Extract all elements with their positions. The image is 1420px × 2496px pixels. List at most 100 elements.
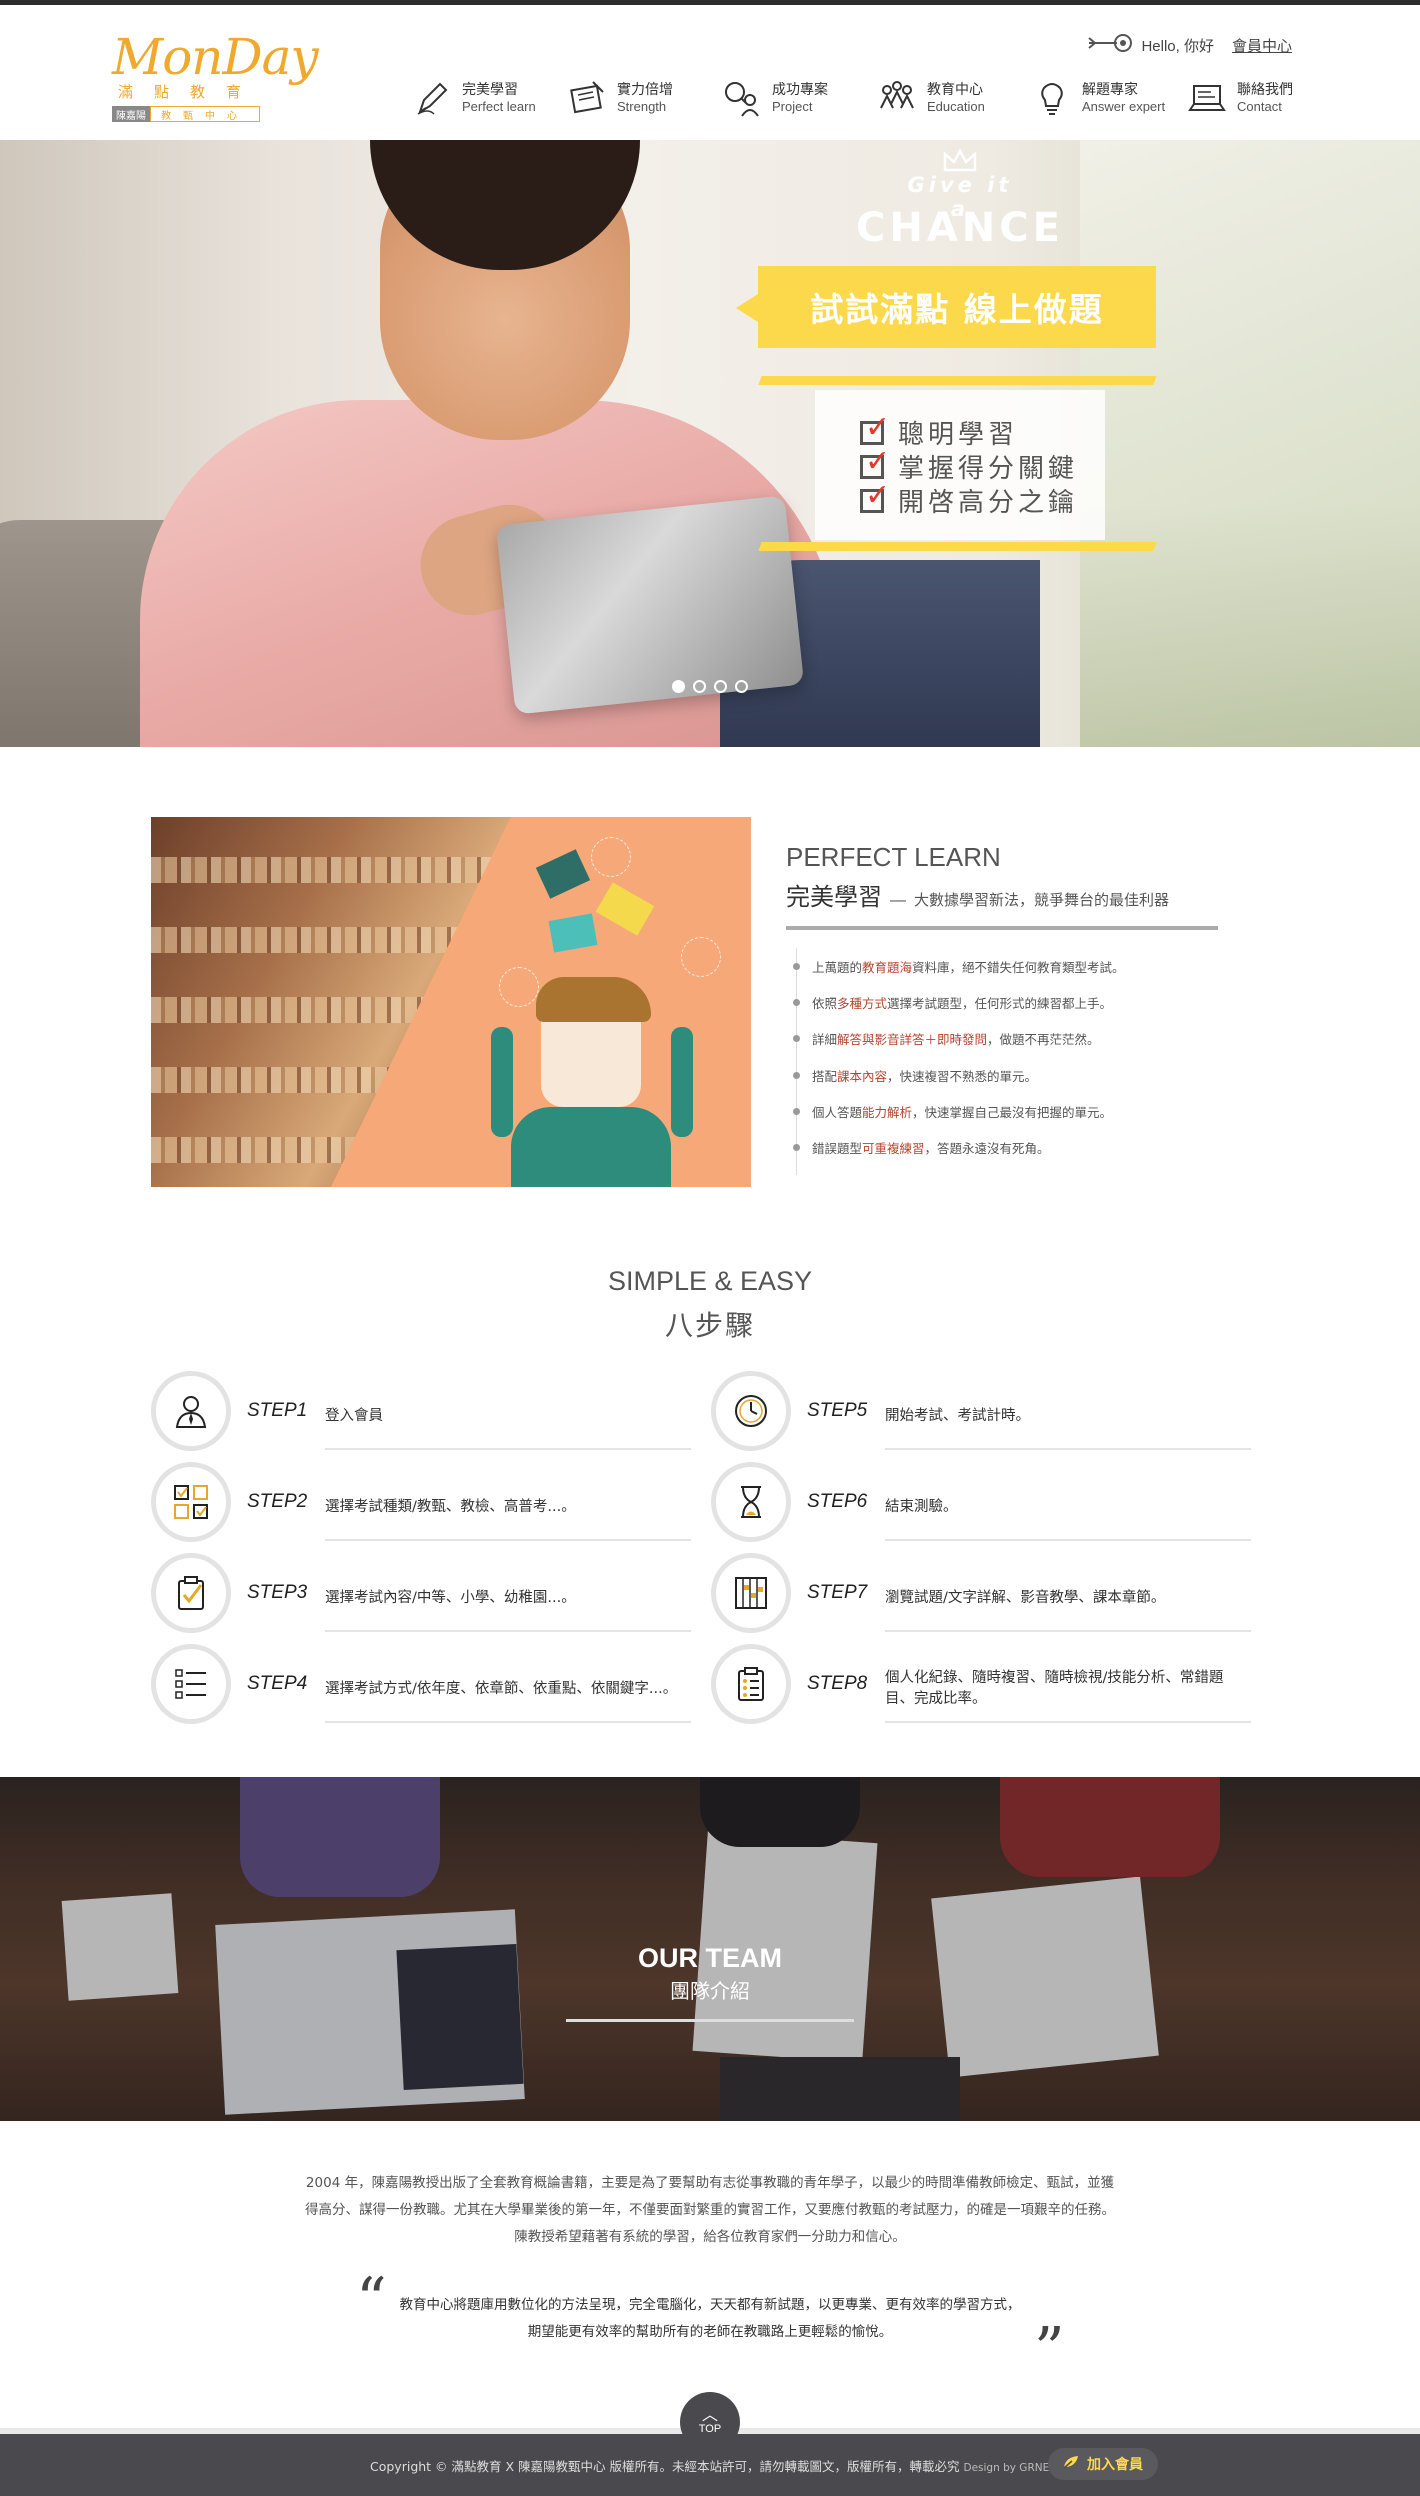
- design-credit: Design by GRNET.: [963, 2462, 1058, 2474]
- group-icon: [875, 76, 919, 120]
- slider-dot[interactable]: [735, 680, 748, 693]
- nav-item-contact[interactable]: 聯絡我們 Contact: [1185, 75, 1340, 121]
- divider: [786, 926, 1218, 930]
- site-logo[interactable]: MonDay 滿點教育 陳嘉陽 教甄中心: [112, 28, 319, 127]
- steps-title: SIMPLE & EASY: [607, 1266, 813, 1296]
- step-item: STEP3 選擇考試內容/中等、小學、幼稚園...。: [151, 1552, 691, 1634]
- step-item: STEP7 瀏覽試題/文字詳解、影音教學、課本章節。: [711, 1552, 1251, 1634]
- step-label: STEP2: [247, 1491, 308, 1512]
- quote-close-icon: ”: [1034, 2315, 1065, 2385]
- logo-tag: 陳嘉陽: [112, 106, 150, 122]
- perfect-learn-subtitle: 完美學習 — 大數據學習新法，競爭舞台的最佳利器: [786, 883, 1170, 911]
- list-item: 錯誤題型 可重複練習 ，答題永遠沒有死角。: [793, 1129, 1125, 1165]
- perfect-learn-heading: PERFECT LEARN 完美學習 — 大數據學習新法，競爭舞台的最佳利器: [786, 841, 1218, 930]
- checkbox-icon: [860, 478, 894, 513]
- step-desc: 結束測驗。: [885, 1475, 1251, 1541]
- nav-label-cn: 成功專案: [772, 81, 828, 97]
- slider-dots: [672, 680, 748, 693]
- nav-label-cn: 實力倍增: [617, 81, 673, 97]
- step-label: STEP5: [807, 1400, 868, 1421]
- character-body: [511, 1107, 671, 1187]
- list-item: 搭配 課本內容 ，快速複習不熟悉的單元。: [793, 1057, 1125, 1093]
- slider-dot[interactable]: [672, 680, 685, 693]
- main-nav: 完美學習 Perfect learn 實力倍增 Strength 成功專案 Proje…: [410, 75, 1340, 121]
- checkbox-icon: [860, 410, 894, 445]
- step-item: STEP6 結束測驗。: [711, 1461, 1251, 1543]
- nav-label-cn: 解題專家: [1082, 81, 1138, 97]
- step-label: STEP3: [247, 1582, 308, 1603]
- target-arrow-icon: [1087, 33, 1133, 58]
- magnifier-person-icon: [720, 76, 764, 120]
- logo-wordmark: MonDay: [112, 28, 319, 86]
- step-desc: 選擇考試內容/中等、小學、幼稚園...。: [325, 1566, 691, 1632]
- nav-label-en: Contact: [1237, 99, 1282, 114]
- clipboard-check-icon: [151, 1553, 231, 1633]
- step-desc: 瀏覽試題/文字詳解、影音教學、課本章節。: [885, 1566, 1251, 1632]
- character-arm: [491, 1027, 513, 1137]
- slider-dot[interactable]: [693, 680, 706, 693]
- logo-tag2: 教甄中心: [150, 106, 260, 122]
- nav-item-answer-expert[interactable]: 解題專家 Answer expert: [1030, 75, 1185, 121]
- list-icon: [151, 1644, 231, 1724]
- step-item: STEP4 選擇考試方式/依年度、依章節、依重點、依關鍵字...。: [151, 1643, 691, 1725]
- nav-item-project[interactable]: 成功專案 Project: [720, 75, 875, 121]
- step-label: STEP8: [807, 1673, 868, 1694]
- nav-label-en: Strength: [617, 99, 667, 114]
- nav-label-en: Education: [927, 99, 985, 114]
- nav-item-perfect-learn[interactable]: 完美學習 Perfect learn: [410, 75, 565, 121]
- checkbox-icon: [860, 444, 894, 479]
- step-desc: 個人化紀錄、隨時複習、隨時檢視/技能分析、常錯題目、完成比率。: [885, 1657, 1251, 1723]
- step-label: STEP1: [247, 1400, 308, 1421]
- nav-label-cn: 教育中心: [927, 81, 983, 97]
- perfect-learn-illustration: [151, 817, 751, 1187]
- chevron-up-icon: ︿: [701, 2407, 718, 2424]
- join-member-label: 加入會員: [1087, 2457, 1143, 2473]
- back-to-top-button[interactable]: ︿ TOP: [680, 2392, 740, 2452]
- join-member-button[interactable]: 加入會員: [1048, 2448, 1158, 2480]
- nav-item-education[interactable]: 教育中心 Education: [875, 75, 1030, 121]
- about-text: 2004 年，陳嘉陽教授出版了全套教育概論書籍，主要是為了要幫助有志從事教職的青…: [305, 2175, 1115, 2245]
- laptop-icon: [1185, 76, 1229, 120]
- list-item: 個人答題 能力解析 ，快速掌握自己最沒有把握的單元。: [793, 1093, 1125, 1129]
- hero-chance-text: CHANCE: [856, 205, 1064, 251]
- perfect-learn-title: PERFECT LEARN: [786, 842, 1001, 872]
- slider-dot[interactable]: [714, 680, 727, 693]
- hero-cta-banner[interactable]: 試試滿點 線上做題: [736, 266, 1156, 348]
- logo-subtitle: 陳嘉陽 教甄中心: [112, 106, 292, 122]
- hero-checklist: 聰明學習 掌握得分關鍵 開啓高分之鑰: [758, 376, 1157, 551]
- member-center-link[interactable]: 會員中心: [1232, 35, 1292, 56]
- step-item: STEP5 開始考試、考試計時。: [711, 1370, 1251, 1452]
- report-icon: [711, 1644, 791, 1724]
- hero-check-item: 開啓高分之鑰: [860, 478, 1078, 519]
- step-label: STEP4: [247, 1673, 308, 1694]
- pen-icon: [410, 76, 454, 120]
- step-item: STEP2 選擇考試種類/教甄、教檢、高普考...。: [151, 1461, 691, 1543]
- step-label: STEP7: [807, 1582, 868, 1603]
- back-to-top-label: TOP: [698, 2423, 722, 2435]
- team-title: OUR TEAM: [638, 1943, 782, 1973]
- step-desc: 選擇考試種類/教甄、教檢、高普考...。: [325, 1475, 691, 1541]
- leaf-icon: [1063, 2455, 1079, 2473]
- team-subtitle: 團隊介紹: [670, 1979, 750, 2003]
- step-item: STEP1 登入會員: [151, 1370, 691, 1452]
- step-item: STEP8 個人化紀錄、隨時複習、隨時檢視/技能分析、常錯題目、完成比率。: [711, 1643, 1251, 1725]
- list-item: 上萬題的 教育題海 資料庫，絕不錯失任何教育類型考試。: [793, 948, 1125, 984]
- nav-label-en: Perfect learn: [462, 99, 536, 114]
- hero-slider[interactable]: Give it a CHANCE 試試滿點 線上做題 聰明學習 掌握得分關鍵 開…: [0, 140, 1420, 747]
- hourglass-icon: [711, 1462, 791, 1542]
- nav-label-cn: 聯絡我們: [1237, 81, 1293, 97]
- list-item: 依照 多種方式 選擇考試題型，任何形式的練習都上手。: [793, 984, 1125, 1020]
- bulb-icon: [591, 837, 631, 877]
- step-desc: 開始考試、考試計時。: [885, 1384, 1251, 1450]
- nav-item-strength[interactable]: 實力倍增 Strength: [565, 75, 720, 121]
- copyright-text: Copyright © 滿點教育 X 陳嘉陽教甄中心 版權所有。未經本站許可，請…: [370, 2459, 1058, 2474]
- character-arm: [671, 1027, 693, 1137]
- user-icon: [151, 1371, 231, 1451]
- site-header: MonDay 滿點教育 陳嘉陽 教甄中心 Hello, 你好 會員中心 完美學習…: [0, 5, 1420, 140]
- hero-tablet: [495, 495, 805, 715]
- bulb-icon: [681, 937, 721, 977]
- divider: [566, 2019, 854, 2022]
- lightbulb-icon: [1030, 76, 1074, 120]
- greeting-text: Hello, 你好: [1141, 38, 1214, 55]
- bulb-icon: [499, 967, 539, 1007]
